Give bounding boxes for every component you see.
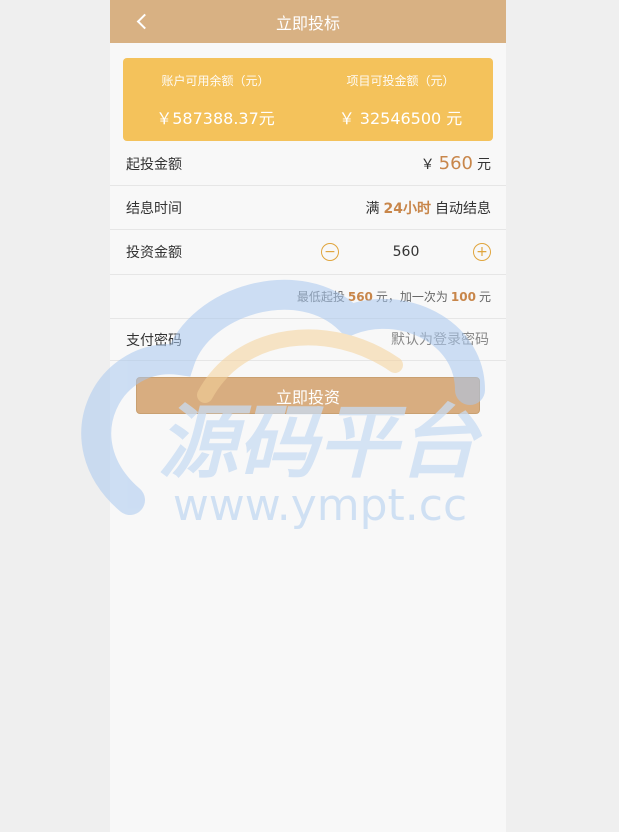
min-invest-label: 起投金额 <box>126 156 182 173</box>
amount-value[interactable]: 560 <box>339 244 473 260</box>
top-bar: 立即投标 <box>110 0 506 43</box>
hint-text-2: 元，加一次为 <box>375 290 448 304</box>
hint-text-3: 元 <box>478 290 491 304</box>
interest-time-row: 结息时间 满 24小时 自动结息 <box>110 186 506 230</box>
interest-prefix: 满 <box>365 200 380 217</box>
page-title: 立即投标 <box>275 13 340 33</box>
balance-card: 账户可用余额（元） ￥587388.37元 项目可投金额（元） ￥ 325465… <box>123 58 493 141</box>
back-arrow-icon[interactable] <box>132 11 152 31</box>
account-balance-label: 账户可用余额（元） <box>161 74 270 88</box>
password-label: 支付密码 <box>126 332 182 349</box>
hint-text-1: 最低起投 <box>296 290 345 304</box>
hint-min-value: 560 <box>347 289 373 304</box>
account-balance-value: ￥587388.37元 <box>156 109 275 128</box>
account-balance: 账户可用余额（元） ￥587388.37元 <box>123 58 308 141</box>
min-invest-unit: 元 <box>477 156 491 173</box>
phone-screen: 立即投标 账户可用余额（元） ￥587388.37元 项目可投金额（元） ￥ 3… <box>110 0 506 832</box>
project-balance-value: ￥ 32546500 元 <box>338 109 463 128</box>
min-invest-prefix: ￥ <box>420 156 435 173</box>
min-invest-row: 起投金额 ￥ 560 元 <box>110 142 506 186</box>
amount-stepper: − 560 + <box>321 243 491 261</box>
interest-suffix: 自动结息 <box>435 200 491 217</box>
password-input[interactable] <box>307 330 491 349</box>
password-row: 支付密码 <box>110 319 506 361</box>
interest-time-label: 结息时间 <box>126 200 182 217</box>
invest-amount-label: 投资金额 <box>126 245 182 261</box>
minus-icon[interactable]: − <box>321 243 339 261</box>
project-balance-label: 项目可投金额（元） <box>346 74 455 88</box>
invest-amount-row: 投资金额 − 560 + <box>110 230 506 275</box>
hint-step-value: 100 <box>450 289 476 304</box>
project-balance: 项目可投金额（元） ￥ 32546500 元 <box>308 58 493 141</box>
invest-submit-button[interactable]: 立即投资 <box>136 377 480 414</box>
invest-hint-row: 最低起投 560 元，加一次为 100 元 <box>110 275 506 319</box>
plus-icon[interactable]: + <box>473 243 491 261</box>
interest-hours: 24小时 <box>383 200 431 217</box>
min-invest-amount: 560 <box>438 153 473 174</box>
